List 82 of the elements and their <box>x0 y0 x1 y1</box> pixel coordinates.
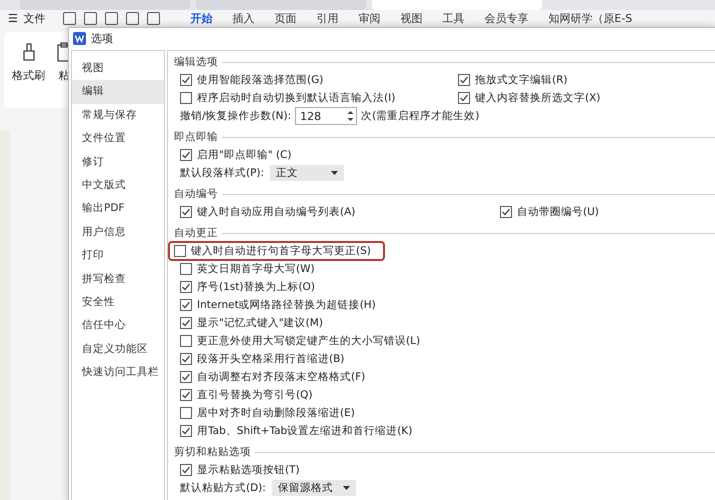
sidebar-item[interactable]: 自定义功能区 <box>72 338 164 362</box>
toolbar-icon[interactable] <box>147 12 160 24</box>
ribbon-button[interactable]: 格式刷 <box>12 42 45 83</box>
checkbox[interactable] <box>458 92 470 104</box>
field-label: 默认粘贴方式(D): <box>180 481 266 495</box>
section-title: 剪切和粘贴选项 <box>174 445 251 459</box>
checkbox[interactable] <box>180 335 192 347</box>
option-label: 使用智能段落选择范围(G) <box>197 73 324 87</box>
section-title: 自动更正 <box>174 226 218 240</box>
checkbox[interactable] <box>180 281 192 293</box>
option-label: 键入时自动应用自动编号列表(A) <box>197 205 356 219</box>
sidebar-item[interactable]: 修订 <box>72 150 164 174</box>
ribbon-tab[interactable]: 审阅 <box>358 10 380 26</box>
app-logo-icon <box>73 32 86 44</box>
checkbox[interactable] <box>180 92 192 104</box>
checkbox[interactable] <box>180 206 192 218</box>
sidebar-item[interactable]: 中文版式 <box>72 174 164 198</box>
checkbox[interactable] <box>180 299 192 311</box>
ribbon-tab[interactable]: 视图 <box>400 10 422 26</box>
section-title: 自动编号 <box>174 187 218 201</box>
sidebar-item[interactable]: 用户信息 <box>72 220 164 244</box>
option-label: 程序启动时自动切换到默认语言输入法(I) <box>197 91 396 105</box>
toolbar-icon[interactable] <box>105 12 118 24</box>
section-title: 编辑选项 <box>174 55 218 69</box>
checkbox[interactable] <box>458 74 470 86</box>
ribbon-tab[interactable]: 插入 <box>232 10 254 26</box>
option-label: 键入时自动进行句首字母大写更正(S) <box>191 244 371 258</box>
checkbox[interactable] <box>180 371 192 383</box>
toolbar-icon[interactable] <box>63 12 76 24</box>
option-label: 自动带圈编号(U) <box>517 205 599 219</box>
toolbar-icon[interactable] <box>126 12 140 24</box>
sidebar-item[interactable]: 信任中心 <box>72 314 164 338</box>
sidebar-item[interactable]: 快速访问工具栏 <box>72 361 164 384</box>
checkbox[interactable] <box>180 425 192 437</box>
toolbar-icon[interactable] <box>84 12 98 24</box>
file-menu[interactable]: ☰ 文件 <box>8 10 46 26</box>
field-label: 撤销/恢复操作步数(N): <box>180 109 292 123</box>
caret-icon <box>342 486 350 490</box>
window-title: 选项 <box>91 30 113 46</box>
sidebar-item[interactable]: 打印 <box>72 244 164 268</box>
checkbox-option[interactable]: 键入内容替换所选文字(X) <box>458 91 715 105</box>
checkbox[interactable] <box>180 353 192 365</box>
ribbon-tab[interactable]: 工具 <box>442 10 464 26</box>
checkbox[interactable] <box>180 464 192 476</box>
ribbon-tab[interactable]: 开始 <box>190 10 212 26</box>
option-label: 键入内容替换所选文字(X) <box>475 91 600 105</box>
checkbox-option[interactable]: 键入时自动进行句首字母大写更正(S) <box>170 243 383 259</box>
checkbox-option[interactable]: 程序启动时自动切换到默认语言输入法(I) <box>180 91 458 105</box>
checkbox-option[interactable]: 拖放式文字编辑(R) <box>458 73 715 87</box>
hint-text: 次(需重启程序才能生效) <box>361 109 480 123</box>
checkbox-option[interactable]: 键入时自动应用自动编号列表(A) <box>180 205 500 219</box>
sidebar-item[interactable]: 安全性 <box>72 290 164 314</box>
sidebar-item[interactable]: 文件位置 <box>72 127 164 151</box>
checkbox[interactable] <box>180 74 192 86</box>
ribbon-tab[interactable]: 知网研学（原E-S <box>548 10 632 26</box>
section-title: 即点即输 <box>174 130 218 144</box>
checkbox[interactable] <box>180 407 192 419</box>
sidebar-item[interactable]: 视图 <box>72 57 164 80</box>
sidebar-item[interactable]: 常规与保存 <box>72 104 164 128</box>
checkbox-option[interactable]: 使用智能段落选择范围(G) <box>180 73 458 87</box>
sidebar-item[interactable]: 编辑 <box>72 80 164 104</box>
field-label: 默认段落样式(P): <box>180 166 264 180</box>
caret-icon <box>331 171 338 175</box>
dropdown[interactable]: 正文 <box>270 165 344 181</box>
option-label: 启用"即点即输" (C) <box>197 148 292 162</box>
checkbox[interactable] <box>180 317 192 329</box>
sidebar-item[interactable]: 输出PDF <box>72 197 164 221</box>
ribbon-tab[interactable]: 会员专享 <box>484 10 528 26</box>
ribbon-tab[interactable]: 页面 <box>274 10 296 26</box>
checkbox[interactable] <box>500 206 512 218</box>
dropdown[interactable]: 保留源格式 <box>272 480 356 496</box>
checkbox-option[interactable]: 启用"即点即输" (C) <box>180 148 292 162</box>
checkbox[interactable] <box>174 245 186 257</box>
checkbox[interactable] <box>180 149 192 161</box>
option-label: 拖放式文字编辑(R) <box>475 73 568 87</box>
ribbon-tab[interactable]: 引用 <box>316 10 338 26</box>
number-spinner[interactable]: 128 <box>295 107 358 125</box>
checkbox[interactable] <box>180 263 192 275</box>
checkbox-option[interactable]: 自动带圈编号(U) <box>500 205 715 219</box>
checkbox[interactable] <box>180 389 192 401</box>
sidebar-item[interactable]: 拼写检查 <box>72 268 164 291</box>
spinner-arrows-icon[interactable] <box>346 108 356 124</box>
